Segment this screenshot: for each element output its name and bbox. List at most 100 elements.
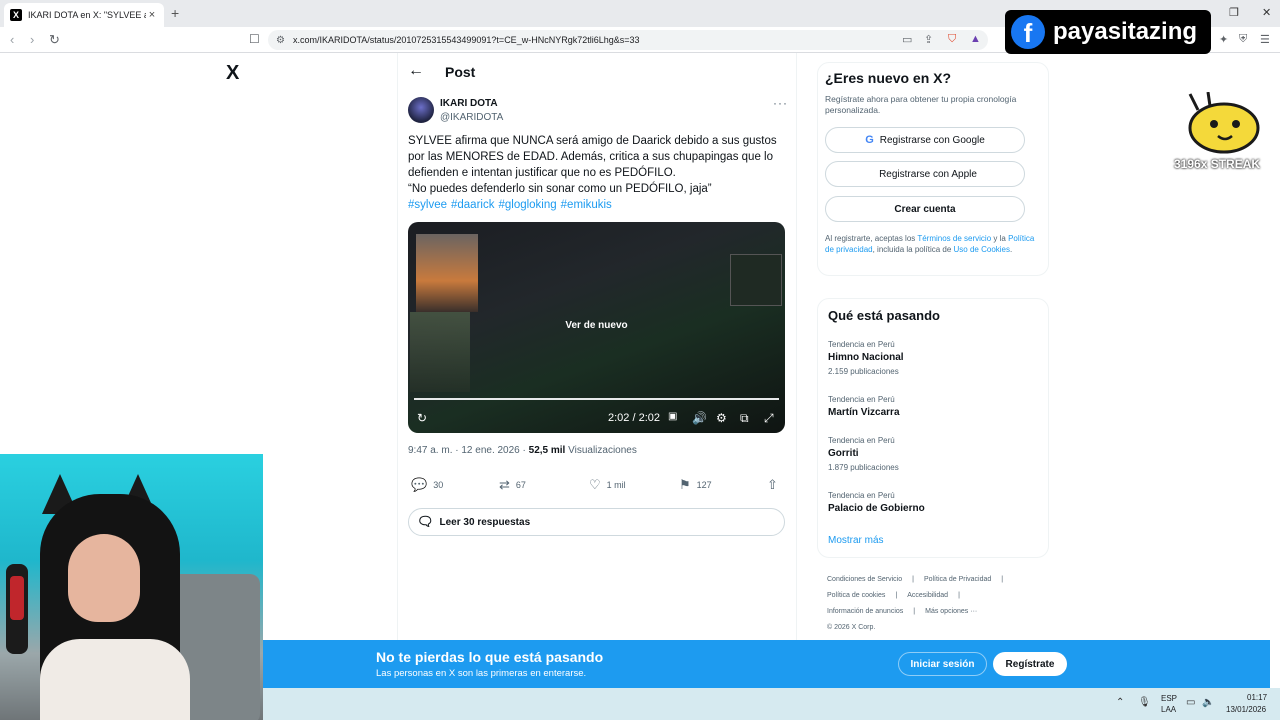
hashtag-link[interactable]: #glogloking (498, 199, 556, 211)
rewards-icon[interactable]: ▲ (970, 33, 981, 45)
views-label: Visualizaciones (565, 445, 637, 456)
google-signup-label: Registrarse con Google (879, 134, 985, 146)
tweet-text: SYLVEE afirma que NUNCA será amigo de Da… (408, 133, 788, 213)
show-more-link[interactable]: Mostrar más (828, 535, 884, 546)
more-options-icon[interactable]: ··· (773, 96, 788, 110)
trend-context: Tendencia en Perú (828, 340, 895, 349)
leo-icon[interactable]: ✦ (1219, 33, 1228, 46)
footer-link-privacy[interactable]: Política de Privacidad (924, 576, 991, 583)
x-logo-icon[interactable]: X (226, 62, 239, 85)
bookmark-icon[interactable]: ☐ (249, 32, 260, 46)
trend-name: Martín Vizcarra (828, 407, 900, 418)
cookies-link[interactable]: Uso de Cookies (954, 245, 1010, 254)
footer-link-cookies[interactable]: Política de cookies (827, 592, 885, 599)
trend-item[interactable]: Tendencia en Perú Palacio de Gobierno (828, 491, 925, 514)
reload-icon[interactable]: ↻ (49, 32, 60, 48)
trend-name: Himno Nacional (828, 352, 904, 363)
volume-icon[interactable]: 🔊 (692, 411, 707, 425)
replay-label[interactable]: Ver de nuevo (408, 320, 785, 331)
signup-title: ¿Eres nuevo en X? (825, 70, 952, 86)
trend-item[interactable]: Tendencia en Perú Martín Vizcarra (828, 395, 900, 418)
terms-link[interactable]: Términos de servicio (917, 234, 991, 243)
bookmark-icon: ⚑ (679, 477, 691, 492)
retweet-button[interactable]: ⇄ 67 (499, 477, 526, 493)
brave-shield-icon[interactable]: ⛉ (948, 33, 956, 46)
footer-sep: | (895, 592, 898, 599)
menu-icon[interactable]: ☰ (1260, 33, 1270, 46)
hashtag-link[interactable]: #daarick (451, 199, 494, 211)
url-field[interactable]: ⚙ x.com/IKARIDOTA/status/201072531554349… (268, 30, 988, 50)
reply-button[interactable]: 💬 30 (411, 477, 443, 493)
signup-button[interactable]: Regístrate (993, 652, 1067, 676)
video-streamer-cam (416, 234, 478, 312)
google-signup-button[interactable]: G Registrarse con Google (825, 127, 1025, 153)
banner-title: No te pierdas lo que está pasando (376, 649, 604, 665)
tweet-line: “No puedes defenderlo sin sonar como un … (408, 183, 712, 195)
pip-icon[interactable]: ⧉ (740, 411, 749, 426)
footer-link-accessibility[interactable]: Accesibilidad (907, 592, 948, 599)
trend-context: Tendencia en Perú (828, 436, 895, 445)
create-account-button[interactable]: Crear cuenta (825, 196, 1025, 222)
create-account-label: Crear cuenta (894, 203, 956, 215)
language-code[interactable]: ESP (1161, 694, 1177, 703)
trends-card (817, 298, 1049, 558)
video-player[interactable]: Ver de nuevo ↻ 2:02 / 2:02 ▣ 🔊 ⚙ ⧉ ⤢ (408, 222, 785, 433)
tweet-line: defienden e intentan justificar que no e… (408, 167, 676, 179)
share-button[interactable]: ⇧ (767, 477, 784, 493)
tweet-line: por las MENORES de EDAD. Además, critica… (408, 151, 773, 163)
vpn-icon[interactable]: ⛨ (1239, 33, 1247, 46)
speaker-icon[interactable]: 🔈 (1202, 697, 1214, 708)
new-tab-button[interactable]: + (171, 5, 179, 21)
like-button[interactable]: ♡ 1 mil (589, 477, 626, 493)
maximize-button[interactable]: ❐ (1229, 6, 1239, 19)
author-avatar[interactable] (408, 97, 434, 123)
trend-name: Gorriti (828, 448, 859, 459)
back-arrow-icon[interactable]: ← (408, 62, 424, 80)
install-app-icon[interactable]: ▭ (902, 33, 912, 46)
settings-icon[interactable]: ⚙ (716, 411, 727, 425)
tweet-line: SYLVEE afirma que NUNCA será amigo de Da… (408, 135, 777, 147)
hashtag-link[interactable]: #sylvee (408, 199, 447, 211)
bookmark-button[interactable]: ⚑ 127 (679, 477, 712, 493)
trend-context: Tendencia en Perú (828, 395, 895, 404)
footer-link-ads[interactable]: Información de anuncios (827, 608, 903, 615)
webcam-overlay (0, 454, 263, 720)
trends-title: Qué está pasando (828, 308, 940, 323)
apple-signup-label: Registrarse con Apple (879, 168, 977, 180)
tweet-timestamp[interactable]: 9:47 a. m. · 12 ene. 2026 · (408, 445, 529, 456)
keyboard-layout[interactable]: LAA (1161, 705, 1176, 714)
share-icon[interactable]: ⇪ (924, 33, 933, 46)
author-name[interactable]: IKARI DOTA (440, 98, 498, 109)
network-icon[interactable]: ▭ (1186, 697, 1195, 708)
read-replies-label: Leer 30 respuestas (439, 516, 531, 528)
forward-icon[interactable]: › (30, 32, 34, 47)
read-replies-button[interactable]: 🗨 Leer 30 respuestas (408, 508, 785, 536)
trend-item[interactable]: Tendencia en Perú Gorriti 1.879 publicac… (828, 436, 899, 472)
footer-link-terms[interactable]: Condiciones de Servicio (827, 576, 902, 583)
window-close-button[interactable]: ✕ (1262, 6, 1271, 19)
video-time: 2:02 / 2:02 (608, 412, 660, 424)
microphone-light (10, 576, 24, 620)
apple-signup-button[interactable]: Registrarse con Apple (825, 161, 1025, 187)
tray-chevron-icon[interactable]: ⌃ (1116, 697, 1124, 708)
replay-icon[interactable]: ↻ (417, 411, 427, 425)
microphone-tray-icon[interactable]: 🎙 (1138, 697, 1151, 708)
captions-icon[interactable]: ▣ (668, 411, 677, 422)
trend-item[interactable]: Tendencia en Perú Himno Nacional 2.159 p… (828, 340, 904, 376)
bee-mascot-icon (1188, 92, 1260, 154)
footer-link-more[interactable]: Más opciones ··· (925, 608, 977, 615)
author-handle[interactable]: @IKARIDOTA (440, 112, 503, 123)
video-progress-bar[interactable] (414, 398, 779, 400)
tab-close-icon[interactable]: × (146, 9, 158, 21)
fullscreen-icon[interactable]: ⤢ (764, 411, 774, 426)
clock-date[interactable]: 13/01/2026 (1226, 705, 1266, 714)
site-info-icon[interactable]: ⚙ (276, 35, 285, 46)
hashtag-link[interactable]: #emikukis (561, 199, 612, 211)
browser-tab[interactable]: X IKARI DOTA en X: "SYLVEE afirma × (4, 3, 164, 27)
facebook-overlay: f payasitazing (1005, 10, 1211, 54)
video-minimap (730, 254, 782, 306)
clock-time[interactable]: 01:17 (1247, 693, 1267, 702)
login-button[interactable]: Iniciar sesión (898, 652, 987, 676)
taskbar (263, 688, 1280, 720)
back-icon[interactable]: ‹ (10, 32, 14, 47)
